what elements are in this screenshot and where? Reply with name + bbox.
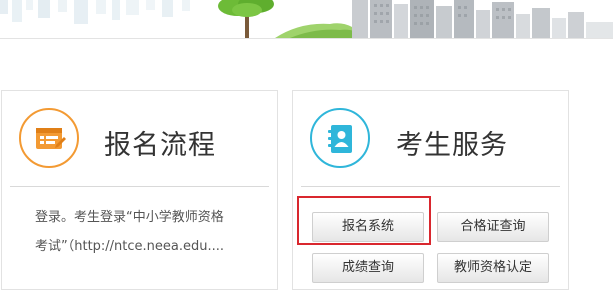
- address-book-icon: [310, 108, 370, 168]
- highlight-box: [297, 196, 431, 245]
- panel-title: 考生服务: [396, 130, 508, 161]
- form-card-icon: [19, 108, 79, 168]
- banner-divider: [0, 38, 613, 39]
- process-text-line: 考试”（http://ntce.neea.edu....: [35, 239, 225, 254]
- teacher-qualification-button[interactable]: 教师资格认定: [437, 253, 549, 283]
- city-skyline-illustration: [0, 0, 613, 38]
- score-query-button[interactable]: 成绩查询: [312, 253, 424, 283]
- header-banner: [0, 0, 613, 38]
- panel-title: 报名流程: [104, 130, 216, 161]
- registration-process-panel: 报名流程 登录。考生登录“中小学教师资格 考试”（http://ntce.nee…: [1, 90, 278, 290]
- process-description: 登录。考生登录“中小学教师资格 考试”（http://ntce.neea.edu…: [35, 203, 271, 261]
- process-text-line: 登录。考生登录“中小学教师资格: [35, 210, 224, 225]
- certificate-query-button[interactable]: 合格证查询: [437, 212, 549, 242]
- panel-divider: [301, 186, 560, 187]
- panel-divider: [10, 186, 269, 187]
